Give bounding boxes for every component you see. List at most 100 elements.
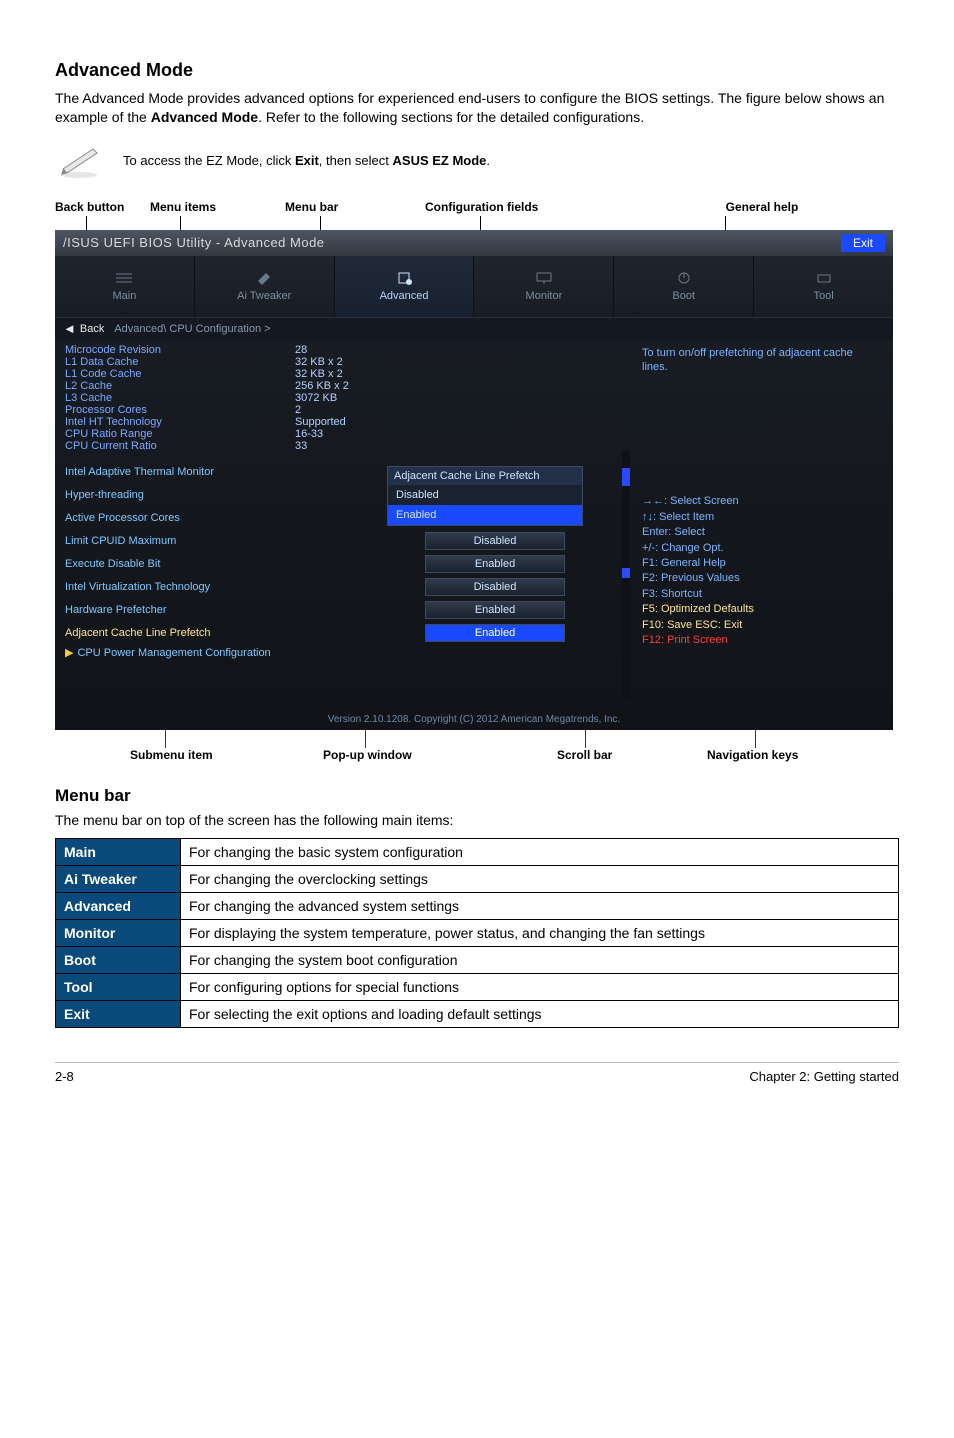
bios-tab-advanced[interactable]: Advanced (334, 256, 474, 317)
setting-row[interactable]: Limit CPUID MaximumDisabled (65, 530, 620, 552)
nav-key-line: F12: Print Screen (642, 633, 881, 648)
callout-menu-items: Menu items (150, 200, 285, 214)
bios-tab-tool[interactable]: Tool (753, 256, 893, 317)
scrollbar[interactable] (622, 450, 630, 700)
submenu-arrow-icon: ▶ (65, 647, 73, 659)
bios-screenshot: /ISUS UEFI BIOS Utility - Advanced Mode … (55, 230, 893, 730)
bios-tab-monitor[interactable]: Monitor (473, 256, 613, 317)
table-tab-name: Advanced (56, 892, 181, 919)
chip-icon (394, 271, 414, 287)
info-value: 28 (295, 344, 307, 356)
info-label: Intel HT Technology (65, 416, 295, 428)
tab-label: Tool (813, 290, 833, 302)
section-title: Advanced Mode (55, 60, 899, 81)
callout-navigation-keys: Navigation keys (707, 748, 798, 762)
popup-option[interactable]: Disabled (388, 485, 582, 505)
setting-row[interactable]: Intel Virtualization TechnologyDisabled (65, 576, 620, 598)
callout-bottom: Submenu item Pop-up window Scroll bar Na… (55, 730, 899, 764)
info-label: Microcode Revision (65, 344, 295, 356)
table-tab-desc: For changing the advanced system setting… (181, 892, 899, 919)
bios-exit-label: Exit (853, 236, 873, 250)
table-row: AdvancedFor changing the advanced system… (56, 892, 899, 919)
setting-row[interactable]: Adjacent Cache Line PrefetchEnabled (65, 622, 620, 644)
nav-key-line: F10: Save ESC: Exit (642, 618, 881, 633)
submenu-row[interactable]: ▶ CPU Power Management Configuration (65, 646, 620, 659)
table-row: BootFor changing the system boot configu… (56, 946, 899, 973)
monitor-icon (534, 271, 554, 287)
setting-label: Active Processor Cores (65, 512, 425, 524)
back-arrow-icon[interactable]: ◄ (63, 321, 76, 336)
table-tab-name: Monitor (56, 919, 181, 946)
table-row: ExitFor selecting the exit options and l… (56, 1000, 899, 1027)
note-mid: , then select (319, 153, 393, 168)
table-tab-name: Boot (56, 946, 181, 973)
bios-version-footer: Version 2.10.1208. Copyright (C) 2012 Am… (55, 710, 893, 730)
setting-value: Enabled (425, 555, 565, 573)
scrollbar-thumb[interactable] (622, 568, 630, 578)
page-number: 2-8 (55, 1069, 74, 1084)
breadcrumb-back-label[interactable]: Back (80, 323, 104, 335)
note-pre: To access the EZ Mode, click (123, 153, 295, 168)
table-tab-desc: For configuring options for special func… (181, 973, 899, 1000)
setting-row[interactable]: Hardware PrefetcherEnabled (65, 599, 620, 621)
info-value: 33 (295, 440, 307, 452)
wrench-icon (254, 271, 274, 287)
bios-breadcrumb: ◄ Back Advanced\ CPU Configuration > (55, 318, 893, 340)
setting-label: Intel Virtualization Technology (65, 581, 425, 593)
table-row: ToolFor configuring options for special … (56, 973, 899, 1000)
tab-label: Ai Tweaker (237, 290, 291, 302)
bios-header: /ISUS UEFI BIOS Utility - Advanced Mode … (55, 230, 893, 256)
setting-label: Intel Adaptive Thermal Monitor (65, 466, 425, 478)
table-tab-name: Exit (56, 1000, 181, 1027)
submenu-label: CPU Power Management Configuration (77, 647, 270, 659)
info-value: Supported (295, 416, 346, 428)
table-tab-name: Tool (56, 973, 181, 1000)
info-label: CPU Current Ratio (65, 440, 295, 452)
callout-popup-window: Pop-up window (323, 748, 412, 762)
nav-key-line: F5: Optimized Defaults (642, 602, 881, 617)
table-tab-desc: For changing the system boot configurati… (181, 946, 899, 973)
scrollbar-thumb[interactable] (622, 468, 630, 486)
bios-tab-boot[interactable]: Boot (613, 256, 753, 317)
nav-key-line: ↑↓: Select Item (642, 510, 881, 525)
table-tab-name: Main (56, 838, 181, 865)
nav-key-line: F3: Shortcut (642, 587, 881, 602)
bios-tab-ai-tweaker[interactable]: Ai Tweaker (194, 256, 334, 317)
table-tab-desc: For changing the basic system configurat… (181, 838, 899, 865)
bios-exit-button[interactable]: Exit (841, 234, 885, 252)
menu-bar-heading: Menu bar (55, 786, 899, 806)
setting-row[interactable]: Execute Disable BitEnabled (65, 553, 620, 575)
info-value: 256 KB x 2 (295, 380, 349, 392)
table-tab-desc: For selecting the exit options and loadi… (181, 1000, 899, 1027)
nav-key-line: Enter: Select (642, 525, 881, 540)
table-tab-desc: For changing the overclocking settings (181, 865, 899, 892)
popup-title: Adjacent Cache Line Prefetch (388, 467, 582, 485)
setting-label: Limit CPUID Maximum (65, 535, 425, 547)
table-row: MonitorFor displaying the system tempera… (56, 919, 899, 946)
bios-left-pane: Microcode Revision28 L1 Data Cache32 KB … (55, 340, 630, 710)
tab-label: Boot (672, 290, 695, 302)
popup-option-selected[interactable]: Enabled (388, 505, 582, 525)
bios-tab-main[interactable]: Main (55, 256, 194, 317)
intro-bold: Advanced Mode (151, 109, 258, 125)
page-footer: 2-8 Chapter 2: Getting started (55, 1062, 899, 1084)
list-icon (114, 271, 134, 287)
bios-tabs: Main Ai Tweaker Advanced Monitor Boot (55, 256, 893, 318)
setting-label: Adjacent Cache Line Prefetch (65, 627, 425, 639)
nav-keys: →←: Select Screen ↑↓: Select Item Enter:… (642, 494, 881, 648)
callout-labels-top: Back button Menu items Menu bar Configur… (55, 196, 899, 216)
menu-bar-text: The menu bar on top of the screen has th… (55, 812, 899, 828)
power-icon (674, 271, 694, 287)
tab-label: Main (112, 290, 136, 302)
note-text: To access the EZ Mode, click Exit, then … (123, 153, 490, 168)
info-label: L1 Data Cache (65, 356, 295, 368)
note-bold-exit: Exit (295, 153, 319, 168)
setting-label: Execute Disable Bit (65, 558, 425, 570)
table-tab-desc: For displaying the system temperature, p… (181, 919, 899, 946)
breadcrumb-path: Advanced\ CPU Configuration > (114, 323, 270, 335)
callout-scroll-bar: Scroll bar (557, 748, 612, 762)
chapter-label: Chapter 2: Getting started (749, 1069, 899, 1084)
nav-key-line: F1: General Help (642, 556, 881, 571)
callout-config-fields: Configuration fields (425, 200, 625, 214)
pencil-icon (55, 141, 103, 181)
